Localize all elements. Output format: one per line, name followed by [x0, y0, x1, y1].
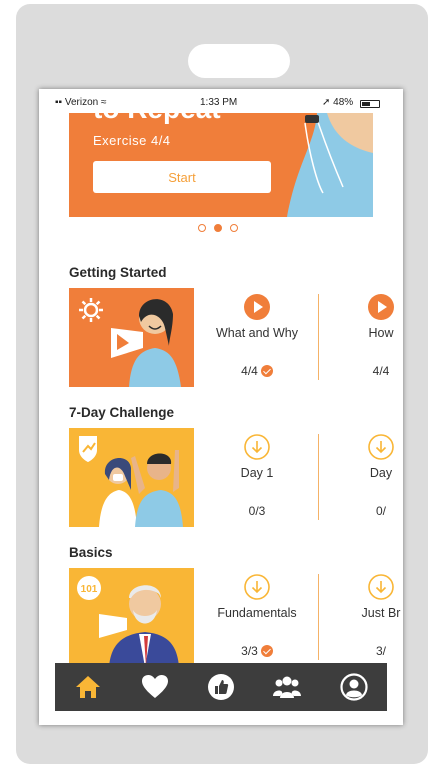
phone-speaker	[188, 44, 290, 78]
lesson-progress: 0/	[375, 504, 386, 518]
completed-check-icon	[260, 645, 273, 657]
featured-exercise-card[interactable]: to Repeat Exercise 4/4 Start	[69, 113, 373, 217]
carousel-pager[interactable]	[198, 224, 238, 232]
lesson-card[interactable]: Day 0/	[319, 428, 403, 527]
lesson-card[interactable]: How 4/4	[319, 288, 403, 387]
featured-title: to Repeat	[93, 113, 221, 125]
tab-home[interactable]	[55, 663, 121, 711]
download-icon	[244, 434, 270, 460]
basics-badge: 101	[81, 584, 98, 595]
speaking-man-illustration: 101	[77, 576, 179, 667]
lesson-card[interactable]: Day 1 0/3	[195, 428, 319, 527]
lesson-title: Day	[369, 466, 393, 480]
section-title-7-day-challenge: 7-Day Challenge	[69, 405, 175, 420]
battery-percent: ➚ 48%	[322, 97, 354, 108]
lesson-card[interactable]: Just Br 3/	[319, 568, 403, 667]
tab-recommended[interactable]	[188, 663, 254, 711]
status-bar: ▪▪ Verizon ≈ 1:33 PM ➚ 48%	[39, 89, 403, 109]
tab-community[interactable]	[254, 663, 320, 711]
profile-icon	[340, 673, 368, 701]
challenge-thumbnail[interactable]	[69, 428, 194, 527]
section-title-getting-started: Getting Started	[69, 265, 167, 280]
play-icon	[244, 294, 270, 320]
pager-dot[interactable]	[198, 224, 206, 232]
home-icon	[76, 676, 101, 698]
thumbs-up-icon	[208, 674, 235, 700]
lesson-title: Fundamentals	[217, 606, 297, 620]
completed-check-icon	[260, 365, 273, 377]
tab-profile[interactable]	[321, 663, 387, 711]
lesson-title: What and Why	[216, 326, 298, 340]
basics-thumbnail[interactable]: 101	[69, 568, 194, 667]
download-icon	[244, 574, 270, 600]
celebrating-people-illustration	[79, 436, 183, 527]
lesson-title: How	[368, 326, 394, 340]
carrier-label: ▪▪ Verizon ≈	[55, 97, 107, 108]
group-icon	[273, 676, 302, 698]
pager-dot[interactable]	[230, 224, 238, 232]
getting-started-thumbnail[interactable]	[69, 288, 194, 387]
app-screen: ▪▪ Verizon ≈ 1:33 PM ➚ 48% to Repeat Exe…	[39, 89, 403, 725]
lesson-card[interactable]: What and Why 4/4	[195, 288, 319, 387]
lesson-progress: 4/4	[195, 364, 319, 378]
featured-subtitle: Exercise 4/4	[93, 133, 171, 148]
lesson-title: Day 1	[240, 466, 274, 480]
heart-icon	[141, 675, 168, 698]
lesson-progress: 0/3	[248, 504, 266, 518]
play-icon	[368, 294, 394, 320]
clock: 1:33 PM	[200, 97, 238, 108]
lesson-progress: 3/	[375, 644, 386, 658]
download-icon	[368, 434, 394, 460]
bottom-tab-bar	[55, 663, 387, 711]
download-icon	[368, 574, 394, 600]
getting-started-illustration	[79, 298, 181, 387]
lesson-title: Just Br	[361, 606, 401, 620]
start-button[interactable]: Start	[93, 161, 271, 193]
battery-icon	[360, 100, 380, 108]
section-title-basics: Basics	[69, 545, 113, 560]
pager-dot-active[interactable]	[214, 224, 222, 232]
lesson-progress: 3/3	[195, 644, 319, 658]
tab-favorites[interactable]	[121, 663, 187, 711]
lesson-progress: 4/4	[372, 364, 390, 378]
listening-person-illustration	[287, 113, 373, 217]
lesson-card[interactable]: Fundamentals 3/3	[195, 568, 319, 667]
